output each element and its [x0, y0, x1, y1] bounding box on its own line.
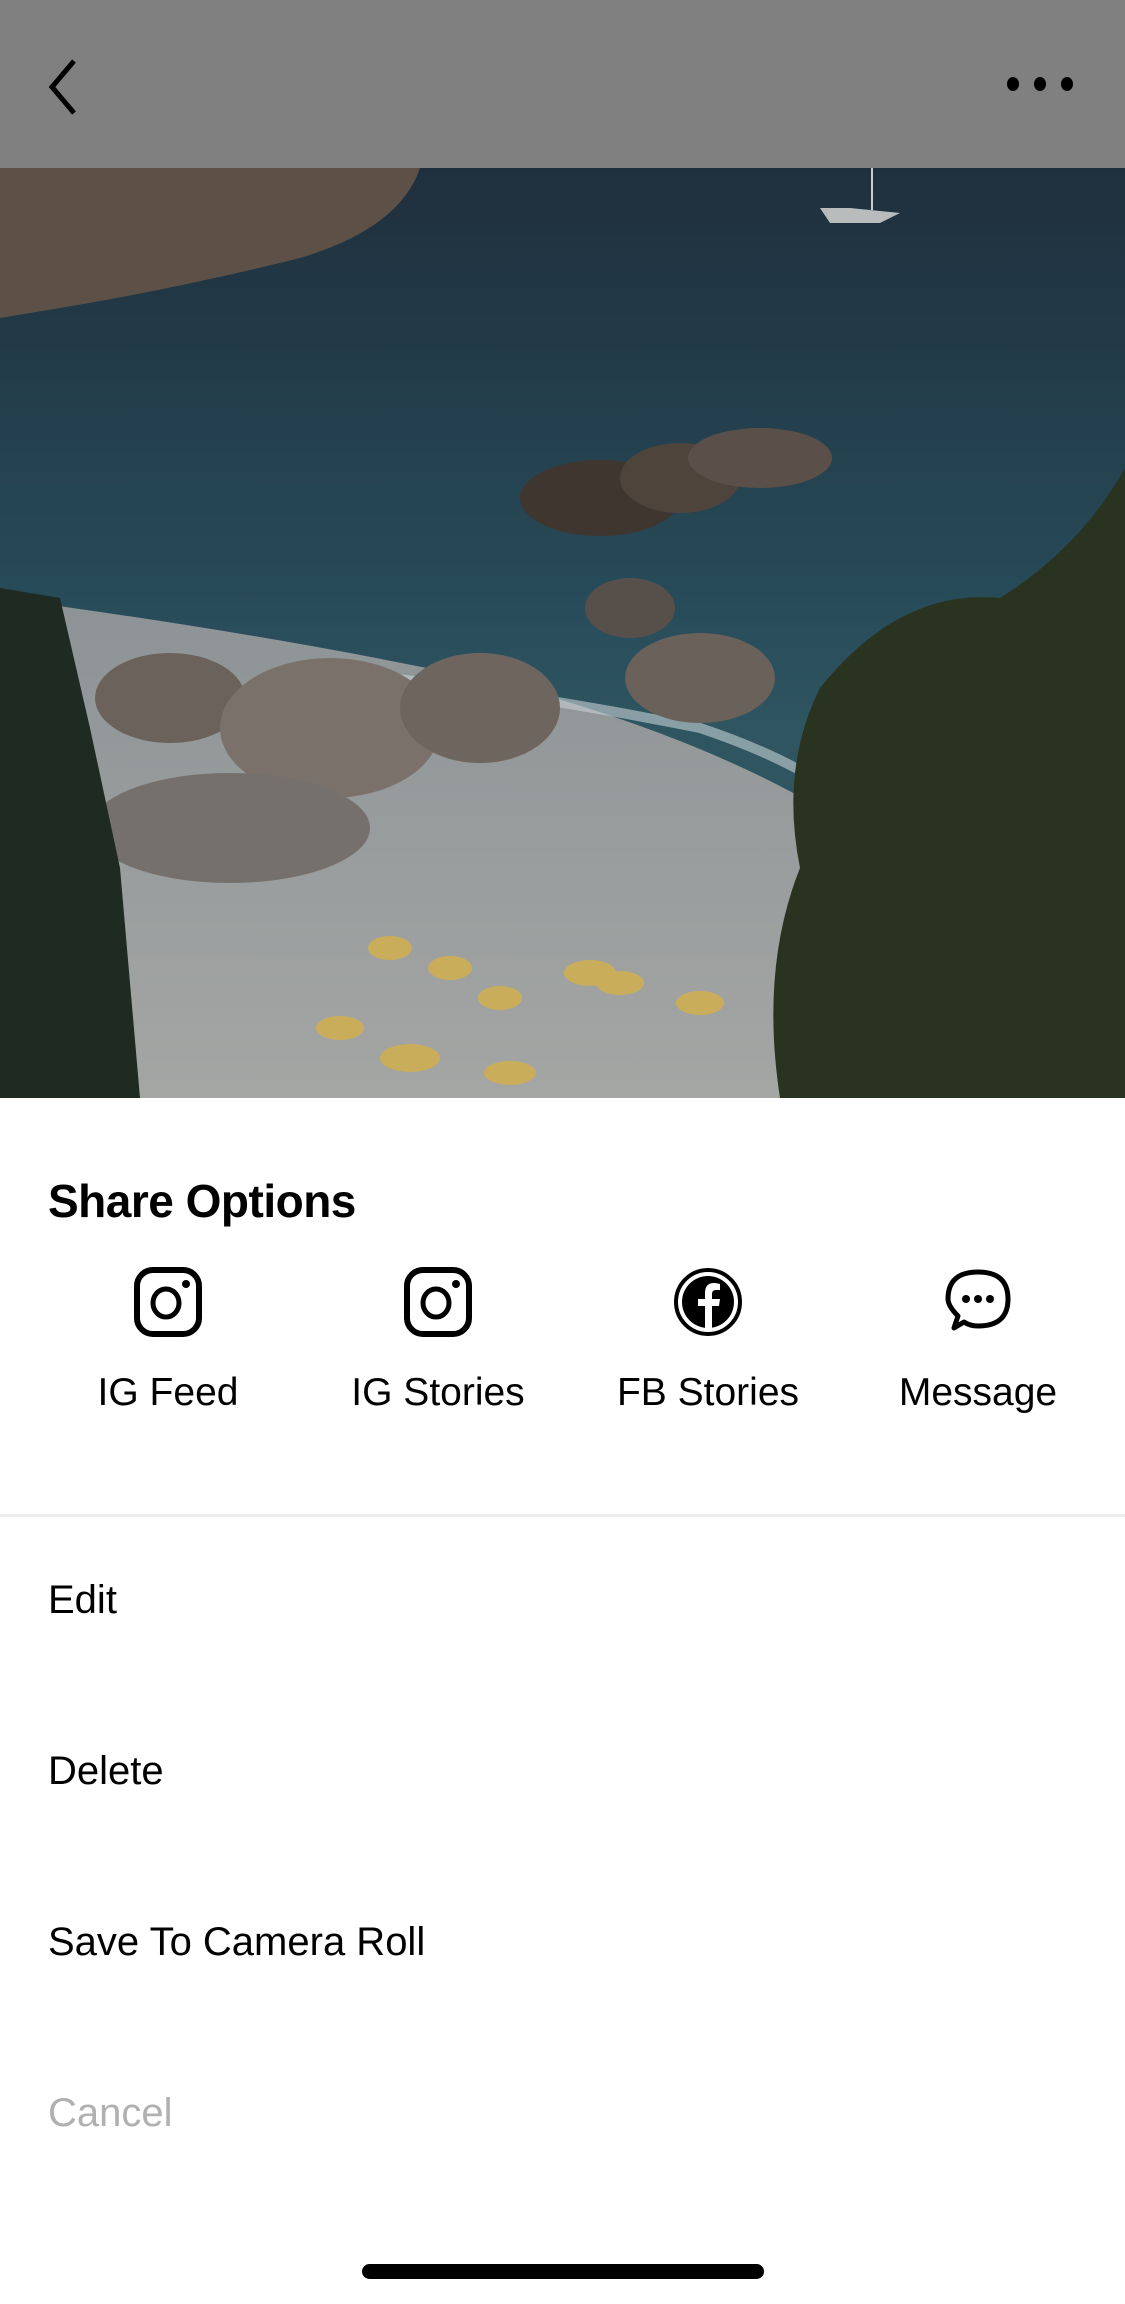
share-ig-feed-button[interactable]: IG Feed [33, 1266, 303, 1415]
delete-button[interactable]: Delete [48, 1749, 164, 1794]
more-options-button[interactable] [1000, 70, 1080, 98]
instagram-icon [134, 1267, 202, 1337]
sheet-title: Share Options [48, 1175, 356, 1227]
share-option-label: Message [898, 1371, 1058, 1414]
ellipsis-horizontal-icon [1007, 77, 1073, 91]
share-option-label: FB Stories [616, 1371, 800, 1414]
top-bar [0, 0, 1125, 168]
share-option-label: IG Feed [97, 1371, 239, 1414]
divider [0, 1514, 1125, 1517]
share-options-row: IG Feed IG Stories FB Stories Message [0, 1266, 1125, 1456]
share-ig-stories-button[interactable]: IG Stories [303, 1266, 573, 1415]
share-message-button[interactable]: Message [843, 1266, 1113, 1415]
facebook-icon [674, 1268, 742, 1336]
share-fb-stories-button[interactable]: FB Stories [573, 1266, 843, 1415]
chevron-left-icon [48, 59, 76, 115]
edit-button[interactable]: Edit [48, 1578, 117, 1623]
share-option-label: IG Stories [351, 1371, 525, 1414]
save-to-camera-roll-button[interactable]: Save To Camera Roll [48, 1920, 425, 1965]
share-sheet: Share Options IG Feed IG Stories FB Stor… [0, 1098, 1125, 2304]
message-bubble-icon [945, 1269, 1011, 1331]
home-indicator[interactable] [362, 2264, 764, 2279]
cancel-button[interactable]: Cancel [48, 2091, 173, 2136]
instagram-icon [404, 1267, 472, 1337]
post-photo [0, 168, 1125, 1098]
back-button[interactable] [40, 55, 90, 115]
